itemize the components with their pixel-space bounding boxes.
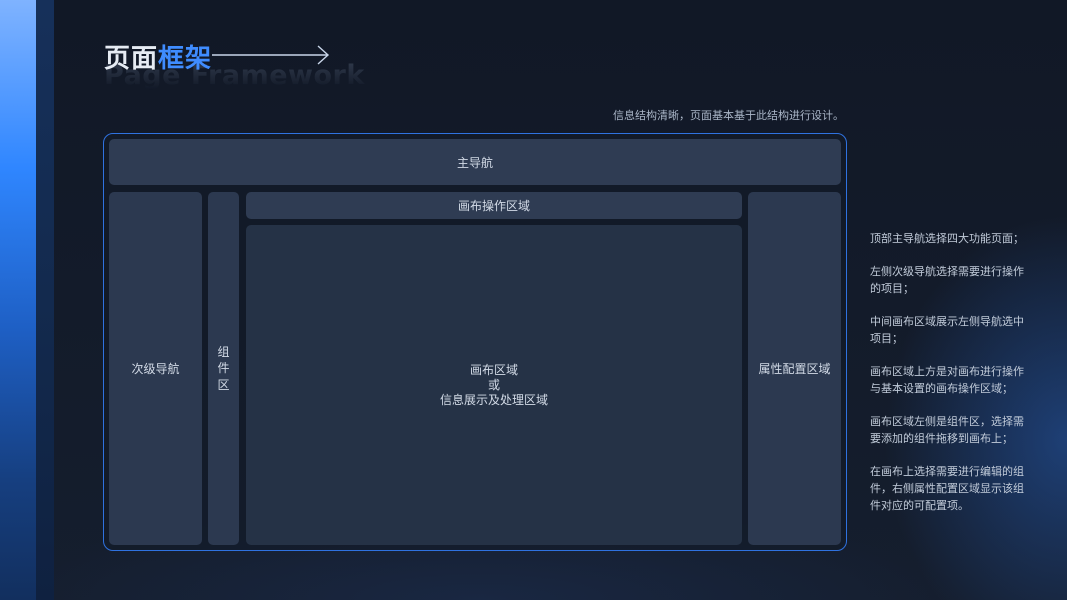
page-title-part1: 页面	[104, 44, 159, 74]
canvas-label-line1: 画布区域	[469, 362, 518, 377]
canvas-label-line3: 信息展示及处理区域	[439, 392, 548, 407]
sub-nav-label: 次级导航	[131, 362, 180, 376]
page-title: Page Framework 页面框架	[104, 38, 364, 98]
component-area-block: 组 件 区	[208, 192, 239, 545]
note-item: 在画布上选择需要进行编辑的组件，右侧属性配置区域显示该组件对应的可配置项。	[870, 465, 1024, 512]
page-title-chinese: 页面框架	[104, 38, 212, 75]
slide-content: Page Framework 页面框架 信息结构清晰，页面基本基于此结构进行设计…	[0, 0, 1067, 600]
main-nav-label: 主导航	[456, 155, 493, 170]
note-item: 顶部主导航选择四大功能页面；	[870, 232, 1024, 245]
main-nav-block: 主导航	[109, 139, 841, 185]
page-subtitle: 信息结构清晰，页面基本基于此结构进行设计。	[613, 109, 844, 122]
note-item: 画布区域上方是对画布进行操作与基本设置的画布操作区域；	[870, 365, 1024, 395]
note-item: 画布区域左侧是组件区，选择需要添加的组件拖移到画布上；	[870, 415, 1024, 445]
props-area-label: 属性配置区域	[758, 362, 831, 376]
props-area-block: 属性配置区域	[748, 192, 841, 545]
component-area-label: 组 件 区	[217, 345, 230, 392]
canvas-ops-block: 画布操作区域	[246, 192, 742, 219]
canvas-ops-label: 画布操作区域	[457, 199, 530, 213]
note-item: 中间画布区域展示左侧导航选中项目；	[870, 315, 1024, 345]
arrow-right-icon	[212, 45, 330, 65]
canvas-block: 画布区域 或 信息展示及处理区域	[246, 225, 742, 545]
page-title-part2: 框架	[158, 44, 213, 74]
canvas-label-line2: 或	[487, 377, 500, 392]
note-item: 左侧次级导航选择需要进行操作的项目；	[870, 265, 1024, 295]
sub-nav-block: 次级导航	[109, 192, 202, 545]
notes-list: 顶部主导航选择四大功能页面； 左侧次级导航选择需要进行操作的项目； 中间画布区域…	[870, 230, 1030, 530]
